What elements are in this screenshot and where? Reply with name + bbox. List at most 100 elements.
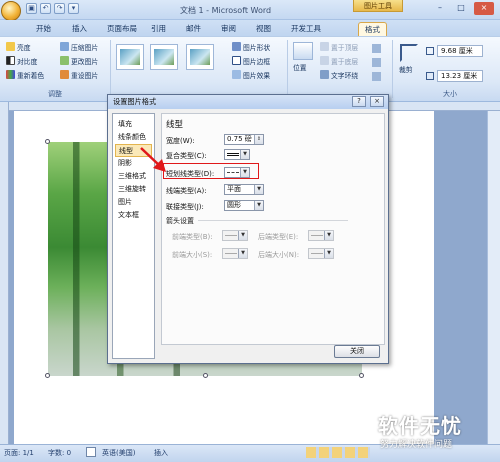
picture-style-2[interactable] — [150, 44, 178, 70]
undo-icon[interactable]: ↶ — [40, 3, 51, 14]
change-picture-button[interactable]: 更改图片 — [60, 56, 98, 68]
end-size-dropdown[interactable]: ▼ — [308, 248, 334, 259]
brightness-icon — [6, 42, 15, 51]
chevron-down-icon: ▼ — [238, 249, 247, 258]
close-button[interactable]: 关闭 — [334, 345, 380, 358]
bring-to-front-button[interactable]: 置于顶层 — [320, 42, 358, 54]
chevron-down-icon: ▼ — [254, 185, 263, 194]
end-type-dropdown[interactable]: ▼ — [308, 230, 334, 241]
wrap-icon — [320, 70, 329, 79]
border-icon — [232, 56, 241, 65]
change-picture-icon — [60, 56, 69, 65]
group-label-size: 大小 — [443, 90, 457, 98]
join-type-dropdown[interactable]: 圆形 ▼ — [224, 200, 264, 211]
annotation-arrow-icon — [140, 147, 166, 172]
watermark-logo-icon — [347, 415, 373, 441]
proofing-icon[interactable] — [86, 447, 96, 457]
end-type-label: 后端类型(E): — [258, 233, 299, 241]
picture-style-1[interactable] — [116, 44, 144, 70]
qat-dropdown-icon[interactable]: ▾ — [68, 3, 79, 14]
picture-style-3[interactable] — [186, 44, 214, 70]
category-text-box[interactable]: 文本框 — [113, 209, 154, 222]
reset-picture-button[interactable]: 重设图片 — [60, 70, 98, 82]
view-buttons[interactable] — [306, 447, 370, 458]
highlight-box — [163, 163, 259, 179]
spinner-icon[interactable]: ⇕ — [254, 135, 263, 144]
align-icon[interactable] — [372, 44, 381, 53]
help-button[interactable]: ? — [352, 96, 366, 107]
category-picture[interactable]: 图片 — [113, 196, 154, 209]
group-icon[interactable] — [372, 58, 381, 67]
line-width-input[interactable]: 0.75 磅 ⇕ — [224, 134, 264, 145]
reset-picture-icon — [60, 70, 69, 79]
category-line-color[interactable]: 线条颜色 — [113, 131, 154, 144]
save-icon[interactable]: ▣ — [26, 3, 37, 14]
tab-references[interactable]: 引用 — [145, 22, 172, 36]
maximize-button[interactable]: □ — [451, 2, 471, 15]
language[interactable]: 英语(美国) — [102, 448, 135, 458]
width-icon — [426, 72, 434, 80]
position-button[interactable]: 位置 — [293, 62, 307, 74]
tab-format[interactable]: 格式 — [358, 22, 387, 36]
ribbon-separator — [392, 40, 393, 98]
brightness-button[interactable]: 亮度 — [6, 42, 31, 54]
insert-mode[interactable]: 插入 — [154, 448, 168, 458]
chevron-down-icon: ▼ — [324, 249, 333, 258]
tab-insert[interactable]: 插入 — [66, 22, 93, 36]
begin-type-label: 前端类型(B): — [172, 233, 213, 241]
compress-icon — [60, 42, 69, 51]
recolor-button[interactable]: 重新着色 — [6, 70, 44, 82]
chevron-down-icon: ▼ — [238, 231, 247, 240]
tab-developer[interactable]: 开发工具 — [285, 22, 327, 36]
redo-icon[interactable]: ↷ — [54, 3, 65, 14]
category-fill[interactable]: 填充 — [113, 118, 154, 131]
resize-handle[interactable] — [203, 373, 208, 378]
contrast-icon — [6, 56, 15, 65]
minimize-button[interactable]: – — [430, 2, 450, 15]
resize-handle[interactable] — [359, 373, 364, 378]
begin-size-dropdown[interactable]: ▼ — [222, 248, 248, 259]
dialog-title: 设置图片格式 — [108, 95, 388, 109]
section-divider — [198, 220, 348, 221]
tab-mailings[interactable]: 邮件 — [180, 22, 207, 36]
group-label-adjust: 调整 — [48, 90, 62, 98]
resize-handle[interactable] — [45, 373, 50, 378]
height-icon — [426, 47, 434, 55]
effects-icon — [232, 70, 241, 79]
width-input[interactable]: 13.23 厘米 — [437, 70, 483, 82]
compress-pictures-button[interactable]: 压缩图片 — [60, 42, 98, 54]
begin-type-dropdown[interactable]: ▼ — [222, 230, 248, 241]
tab-review[interactable]: 审阅 — [215, 22, 242, 36]
rotate-icon[interactable] — [372, 72, 381, 81]
resize-handle[interactable] — [45, 139, 50, 144]
height-input[interactable]: 9.68 厘米 — [437, 45, 483, 57]
send-back-icon — [320, 56, 329, 65]
picture-shape-button[interactable]: 图片形状 — [232, 42, 270, 54]
ribbon-separator — [110, 40, 111, 98]
compound-type-label: 复合类型(C): — [166, 152, 207, 160]
chevron-down-icon: ▼ — [254, 201, 263, 210]
contrast-button[interactable]: 对比度 — [6, 56, 37, 68]
crop-button[interactable]: 裁剪 — [399, 64, 413, 76]
word-count[interactable]: 字数: 0 — [48, 448, 71, 458]
picture-border-button[interactable]: 图片边框 — [232, 56, 270, 68]
picture-effects-button[interactable]: 图片效果 — [232, 70, 270, 82]
tab-page-layout[interactable]: 页面布局 — [101, 22, 143, 36]
tab-home[interactable]: 开始 — [30, 22, 57, 36]
tab-view[interactable]: 视图 — [250, 22, 277, 36]
close-window-button[interactable]: × — [474, 2, 494, 15]
category-3d-rotation[interactable]: 三维旋转 — [113, 183, 154, 196]
send-to-back-button[interactable]: 置于底层 — [320, 56, 358, 68]
text-wrapping-button[interactable]: 文字环绕 — [320, 70, 358, 82]
vertical-ruler — [0, 102, 9, 444]
page-count[interactable]: 页面: 1/1 — [4, 448, 34, 458]
dialog-close-button[interactable]: × — [370, 96, 384, 107]
width-label: 宽度(W): — [166, 137, 195, 145]
office-button[interactable] — [1, 1, 21, 21]
compound-type-dropdown[interactable]: ▼ — [224, 149, 250, 160]
cap-type-dropdown[interactable]: 平面 ▼ — [224, 184, 264, 195]
vertical-scrollbar[interactable] — [487, 111, 500, 444]
watermark-brand: 软件无忧 — [378, 414, 462, 438]
ribbon-separator — [287, 40, 288, 98]
arrow-settings-heading: 箭头设置 — [166, 217, 194, 225]
